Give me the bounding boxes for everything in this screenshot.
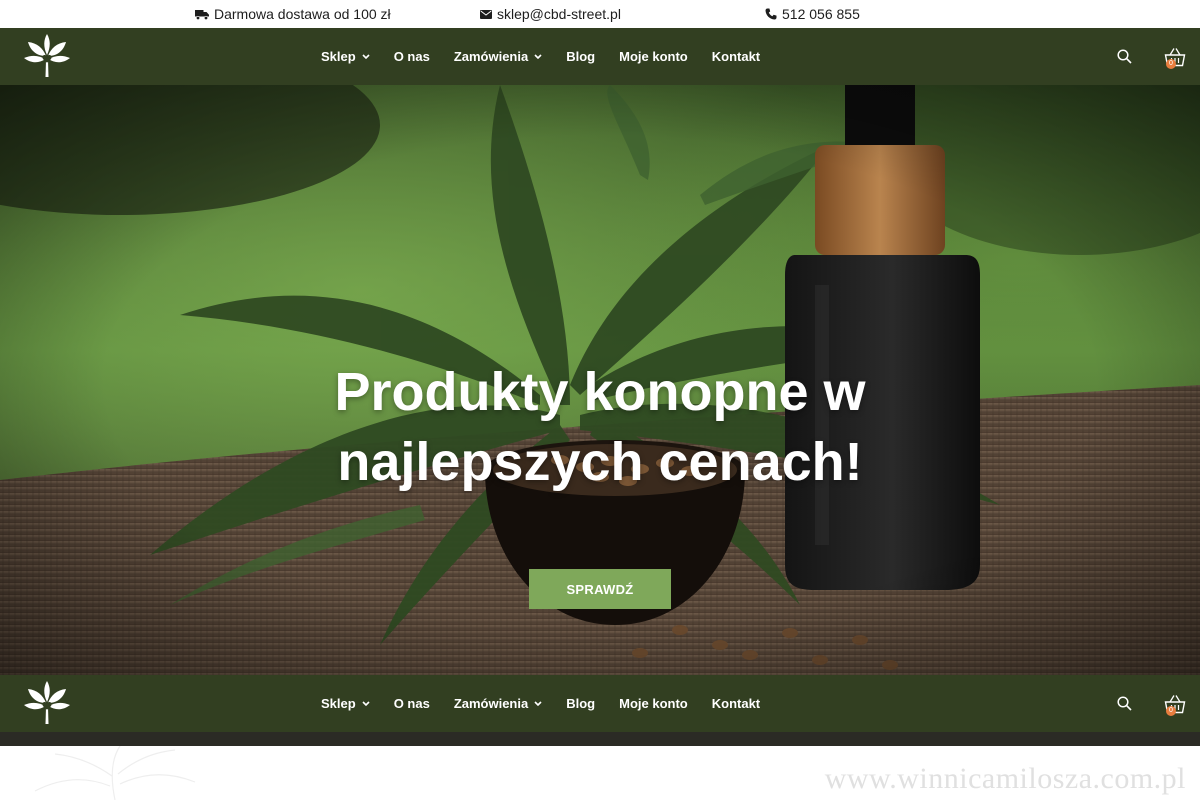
menu-item-label: Sklep bbox=[321, 49, 356, 64]
menu-item-zamowienia[interactable]: Zamówienia bbox=[442, 696, 554, 711]
menu-item-sklep[interactable]: Sklep bbox=[309, 49, 382, 64]
menu-item-label: Moje konto bbox=[619, 49, 688, 64]
menu-item-kontakt[interactable]: Kontakt bbox=[700, 696, 772, 711]
shipping-info: Darmowa dostawa od 100 zł bbox=[195, 6, 391, 22]
sticky-menu: Sklep O nas Zamówienia Blog Moje konto K… bbox=[309, 675, 772, 732]
decorative-leaf-icon bbox=[34, 746, 196, 800]
email-info[interactable]: sklep@cbd-street.pl bbox=[480, 6, 621, 22]
menu-item-label: O nas bbox=[393, 49, 430, 64]
check-offer-button[interactable]: SPRAWDŹ bbox=[529, 569, 671, 609]
menu-item-label: Kontakt bbox=[711, 49, 761, 64]
truck-icon bbox=[195, 9, 209, 20]
hero-title-line-2: najlepszych cenach! bbox=[337, 432, 863, 492]
menu-item-label: Blog bbox=[566, 696, 596, 711]
chevron-down-icon bbox=[534, 54, 542, 59]
search-icon[interactable] bbox=[1117, 49, 1132, 64]
hero-title-line-1: Produkty konopne w bbox=[334, 362, 866, 422]
menu-item-label: Sklep bbox=[321, 696, 356, 711]
sticky-navigation: Sklep O nas Zamówienia Blog Moje konto K… bbox=[0, 675, 1200, 732]
envelope-icon bbox=[480, 9, 492, 19]
content-section-start: www.winnicamilosza.com.pl bbox=[0, 746, 1200, 800]
menu-item-moje-konto[interactable]: Moje konto bbox=[607, 696, 700, 711]
menu-item-label: Blog bbox=[566, 49, 596, 64]
phone-text[interactable]: 512 056 855 bbox=[782, 6, 860, 22]
menu-item-moje-konto[interactable]: Moje konto bbox=[607, 49, 700, 64]
chevron-down-icon bbox=[362, 54, 370, 59]
cannabis-leaf-heart-logo[interactable] bbox=[24, 34, 70, 78]
menu-item-label: O nas bbox=[393, 696, 430, 711]
chevron-down-icon bbox=[534, 701, 542, 706]
menu-item-blog[interactable]: Blog bbox=[554, 696, 607, 711]
shipping-text: Darmowa dostawa od 100 zł bbox=[214, 6, 391, 22]
cart-count-badge[interactable]: 0 bbox=[1166, 59, 1176, 69]
menu-item-label: Zamówienia bbox=[453, 696, 529, 711]
phone-icon bbox=[765, 8, 777, 20]
menu-item-blog[interactable]: Blog bbox=[554, 49, 607, 64]
section-divider bbox=[0, 732, 1200, 746]
menu-item-label: Moje konto bbox=[619, 696, 688, 711]
menu-item-label: Zamówienia bbox=[453, 49, 529, 64]
menu-item-o-nas[interactable]: O nas bbox=[382, 49, 442, 64]
menu-item-kontakt[interactable]: Kontakt bbox=[700, 49, 772, 64]
menu-item-sklep[interactable]: Sklep bbox=[309, 696, 382, 711]
menu-item-zamowienia[interactable]: Zamówienia bbox=[442, 49, 554, 64]
search-icon[interactable] bbox=[1117, 696, 1132, 711]
hero-banner: Produkty konopne w najlepszych cenach! S… bbox=[0, 85, 1200, 675]
email-text[interactable]: sklep@cbd-street.pl bbox=[497, 6, 621, 22]
top-info-bar: Darmowa dostawa od 100 zł sklep@cbd-stre… bbox=[0, 0, 1200, 28]
main-navigation: Sklep O nas Zamówienia Blog Moje konto K… bbox=[0, 28, 1200, 85]
menu-item-o-nas[interactable]: O nas bbox=[382, 696, 442, 711]
watermark-text: www.winnicamilosza.com.pl bbox=[824, 762, 1186, 795]
cart-count-badge[interactable]: 0 bbox=[1166, 706, 1176, 716]
cannabis-leaf-heart-logo[interactable] bbox=[24, 681, 70, 725]
menu-item-label: Kontakt bbox=[711, 696, 761, 711]
main-menu: Sklep O nas Zamówienia Blog Moje konto K… bbox=[309, 28, 772, 85]
hero-title: Produkty konopne w najlepszych cenach! bbox=[200, 357, 1000, 497]
chevron-down-icon bbox=[362, 701, 370, 706]
phone-info[interactable]: 512 056 855 bbox=[765, 6, 860, 22]
